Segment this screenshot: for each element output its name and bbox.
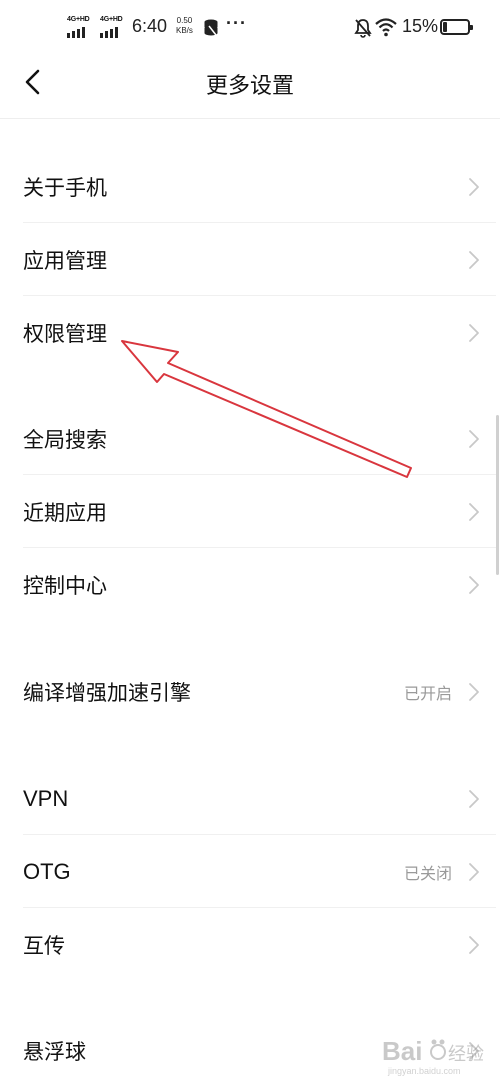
- network-type-2: 4G+HD: [100, 16, 123, 23]
- settings-item-label: 控制中心: [23, 573, 107, 598]
- chevron-right-icon: [469, 862, 479, 881]
- settings-item-label: 编译增强加速引擎: [23, 680, 191, 705]
- settings-item[interactable]: 互传: [0, 908, 496, 981]
- battery-percent: 15%: [402, 16, 439, 36]
- chevron-right-icon: [469, 682, 479, 701]
- data-saver-icon: [204, 19, 218, 36]
- settings-item[interactable]: 控制中心: [0, 548, 496, 621]
- chevron-right-icon: [469, 429, 479, 448]
- settings-item-label: 应用管理: [23, 248, 107, 273]
- status-bar: 4G+HD 4G+HD 6:40 0.50 KB/s ··· 15%: [0, 0, 500, 56]
- settings-item[interactable]: 应用管理: [0, 223, 496, 296]
- mute-bell-icon: [354, 19, 372, 38]
- settings-item-label: 关于手机: [23, 175, 107, 200]
- network-speed: 0.50 KB/s: [176, 16, 193, 36]
- chevron-right-icon: [469, 935, 479, 954]
- chevron-right-icon: [469, 177, 479, 196]
- settings-item-label: 权限管理: [23, 321, 107, 346]
- chevron-right-icon: [469, 575, 479, 594]
- settings-item-label: 近期应用: [23, 500, 107, 525]
- settings-item[interactable]: 编译增强加速引擎 已开启: [0, 655, 496, 728]
- battery-icon: [440, 19, 473, 35]
- settings-item-label: 互传: [23, 933, 65, 958]
- scrollbar-thumb[interactable]: [496, 415, 499, 575]
- settings-item-label: 悬浮球: [23, 1039, 86, 1064]
- settings-item[interactable]: 全局搜索: [0, 402, 496, 475]
- settings-item-value: 已开启: [403, 683, 452, 703]
- more-notifications-icon: ···: [226, 13, 247, 33]
- settings-item[interactable]: 关于手机: [0, 150, 496, 223]
- chevron-right-icon: [469, 789, 479, 808]
- clock: 6:40: [132, 16, 168, 36]
- watermark-url: jingyan.baidu.com: [387, 1066, 461, 1076]
- speed-value: 0.50: [176, 16, 193, 25]
- watermark-logo: Bai 经验 jingyan.baidu.com: [380, 1030, 492, 1078]
- page-title: 更多设置: [205, 74, 294, 99]
- chevron-right-icon: [469, 250, 479, 269]
- watermark-suffix: 经验: [448, 1044, 484, 1065]
- settings-item[interactable]: VPN: [0, 762, 496, 835]
- settings-item-label: OTG: [23, 858, 71, 884]
- watermark-brand: Bai: [382, 1036, 422, 1066]
- wifi-icon: [375, 18, 397, 37]
- speed-unit: KB/s: [176, 26, 193, 35]
- network-type-1: 4G+HD: [67, 16, 90, 23]
- settings-item-label: 全局搜索: [23, 427, 107, 452]
- battery-fill: [443, 22, 447, 32]
- settings-item[interactable]: 近期应用: [0, 475, 496, 548]
- header-divider: [0, 118, 500, 119]
- chevron-right-icon: [469, 323, 479, 342]
- signal-1-icon: 4G+HD: [67, 16, 93, 38]
- signal-2-icon: 4G+HD: [100, 16, 126, 38]
- settings-item[interactable]: 权限管理: [0, 296, 496, 369]
- settings-item[interactable]: OTG 已关闭: [0, 835, 496, 908]
- settings-item-value: 已关闭: [403, 863, 452, 883]
- chevron-right-icon: [469, 502, 479, 521]
- header: 更多设置: [0, 56, 500, 108]
- settings-item-label: VPN: [23, 785, 69, 811]
